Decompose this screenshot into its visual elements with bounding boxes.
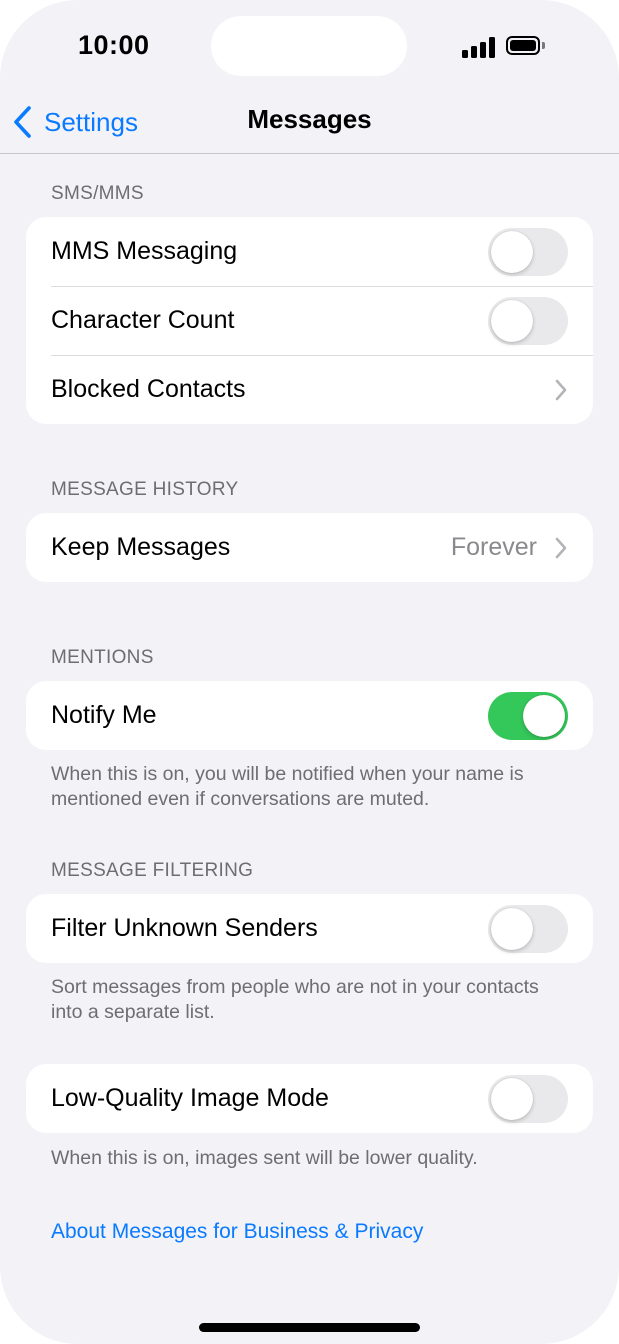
toggle-knob [523, 695, 565, 737]
message-filtering-footer: Sort messages from people who are not in… [51, 976, 539, 1023]
filter-unknown-senders-label: Filter Unknown Senders [51, 914, 318, 942]
home-indicator[interactable] [199, 1323, 420, 1332]
filter-unknown-senders-toggle[interactable] [488, 905, 568, 953]
section-header-message-filtering: MESSAGE FILTERING [51, 860, 254, 881]
low-quality-image-mode-toggle[interactable] [488, 1075, 568, 1123]
section-header-sms-mms: SMS/MMS [51, 183, 144, 204]
toggle-knob [491, 231, 533, 273]
battery-icon [506, 36, 540, 55]
message-filtering-group: Filter Unknown Senders [26, 894, 593, 963]
blocked-contacts-row[interactable]: Blocked Contacts [26, 355, 593, 424]
chevron-right-icon [555, 379, 567, 401]
keep-messages-row[interactable]: Keep Messages Forever [26, 513, 593, 582]
notify-me-row: Notify Me [26, 681, 593, 750]
phone-screen: 10:00 Settings Messages SMS/MMS MMS Mess… [0, 0, 619, 1344]
chevron-right-icon [555, 537, 567, 559]
battery-tip [542, 42, 545, 49]
dynamic-island [211, 16, 407, 76]
status-time: 10:00 [78, 30, 150, 60]
filter-unknown-senders-row: Filter Unknown Senders [26, 894, 593, 963]
cellular-signal-icon [462, 36, 496, 58]
keep-messages-label: Keep Messages [51, 533, 231, 561]
toggle-knob [491, 1078, 533, 1120]
blocked-contacts-label: Blocked Contacts [51, 375, 246, 403]
toggle-knob [491, 908, 533, 950]
toggle-knob [491, 300, 533, 342]
mms-messaging-toggle[interactable] [488, 228, 568, 276]
character-count-row: Character Count [26, 286, 593, 355]
section-header-mentions: MENTIONS [51, 647, 154, 668]
notify-me-toggle[interactable] [488, 692, 568, 740]
sms-mms-group: MMS Messaging Character Count Blocked Co… [26, 217, 593, 424]
low-quality-group: Low-Quality Image Mode [26, 1064, 593, 1133]
about-messages-business-privacy-link[interactable]: About Messages for Business & Privacy [51, 1220, 423, 1244]
low-quality-footer: When this is on, images sent will be low… [51, 1147, 478, 1169]
character-count-label: Character Count [51, 306, 235, 334]
status-bar: 10:00 [0, 0, 619, 92]
section-header-message-history: MESSAGE HISTORY [51, 479, 239, 500]
notify-me-label: Notify Me [51, 701, 157, 729]
keep-messages-value: Forever [450, 533, 537, 561]
mentions-footer: When this is on, you will be notified wh… [51, 763, 524, 810]
message-history-group: Keep Messages Forever [26, 513, 593, 582]
low-quality-image-mode-label: Low-Quality Image Mode [51, 1084, 329, 1112]
mms-messaging-label: MMS Messaging [51, 237, 238, 265]
character-count-toggle[interactable] [488, 297, 568, 345]
mms-messaging-row: MMS Messaging [26, 217, 593, 286]
low-quality-image-mode-row: Low-Quality Image Mode [26, 1064, 593, 1133]
page-title: Messages [247, 104, 372, 134]
mentions-group: Notify Me [26, 681, 593, 750]
